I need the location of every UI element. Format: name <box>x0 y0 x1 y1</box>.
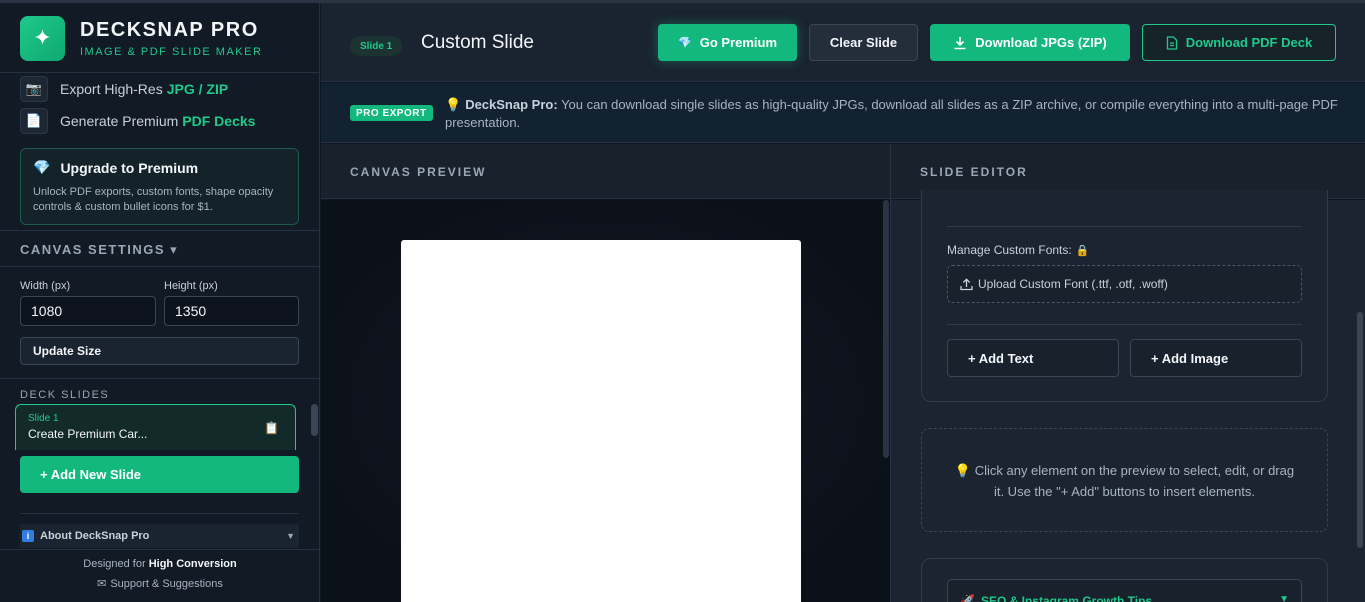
growth-tips-toggle[interactable]: 🚀 SEO & Instagram Growth Tips ▼ <box>947 579 1302 602</box>
canvas-preview-area <box>321 200 890 602</box>
pro-lead: DeckSnap Pro: <box>465 97 558 112</box>
upload-font-dropzone[interactable]: Upload Custom Font (.ttf, .otf, .woff) <box>947 265 1302 303</box>
sidebar: ✦ DECKSNAP PRO IMAGE & PDF SLIDE MAKER 📷… <box>0 3 320 602</box>
add-text-button[interactable]: + Add Text <box>947 339 1119 377</box>
slide-title-heading: Custom Slide <box>421 32 534 53</box>
divider <box>947 324 1302 325</box>
mail-icon: ✉ <box>97 578 107 590</box>
divider <box>0 72 319 73</box>
slide-title: Create Premium Car... <box>28 427 148 441</box>
custom-fonts-text: Manage Custom Fonts: <box>947 243 1072 257</box>
preview-scrollbar[interactable] <box>883 200 889 458</box>
designed-prefix: Designed for <box>83 558 146 570</box>
growth-tips-label: SEO & Instagram Growth Tips <box>980 594 1153 602</box>
about-label: About DeckSnap Pro <box>40 530 150 542</box>
divider <box>947 226 1302 227</box>
divider <box>0 549 319 550</box>
width-label: Width (px) <box>20 280 71 292</box>
rocket-icon: 🚀 <box>960 594 975 602</box>
deck-slides-heading: DECK SLIDES <box>20 389 110 401</box>
width-input[interactable] <box>20 296 156 326</box>
info-icon: i <box>22 530 34 542</box>
divider <box>20 513 299 514</box>
slide-list-item[interactable]: Slide 1 Create Premium Car... 📋 <box>15 404 296 450</box>
slide-editor-title: SLIDE EDITOR <box>920 165 1028 179</box>
upgrade-description: Unlock PDF exports, custom fonts, shape … <box>33 186 274 213</box>
brand-subtitle: IMAGE & PDF SLIDE MAKER <box>80 45 263 58</box>
lightbulb-icon: 💡 <box>445 97 462 112</box>
camera-icon: 📷 <box>20 76 48 102</box>
download-icon <box>954 36 966 49</box>
feature-pdf: 📄 Generate Premium PDF Decks <box>20 108 255 134</box>
editor-hint-text: Click any element on the preview to sele… <box>974 463 1295 499</box>
brand: ✦ DECKSNAP PRO IMAGE & PDF SLIDE MAKER <box>20 13 262 63</box>
custom-fonts-label: Manage Custom Fonts: 🔒 <box>947 243 1089 257</box>
pro-export-text: 💡 DeckSnap Pro: You can download single s… <box>445 96 1340 132</box>
slide-editor-panel: Manage Custom Fonts: 🔒 Upload Custom Font… <box>891 190 1365 602</box>
chevron-down-icon: ▼ <box>286 531 295 541</box>
brand-name: DECKSNAP PRO <box>80 18 259 41</box>
download-jpgs-label: Download JPGs (ZIP) <box>975 35 1107 50</box>
slides-scrollbar[interactable] <box>311 404 318 436</box>
upgrade-card[interactable]: 💎 Upgrade to Premium Unlock PDF exports,… <box>20 148 299 225</box>
go-premium-label: Go Premium <box>699 35 777 50</box>
height-input[interactable] <box>164 296 299 326</box>
lock-icon: 🔒 <box>1075 245 1090 257</box>
feature-highlight: PDF Decks <box>182 113 256 129</box>
sidebar-footer: Designed for High Conversion ✉ Support &… <box>0 558 319 591</box>
canvas-preview-header: CANVAS PREVIEW <box>321 144 890 199</box>
growth-tips-card: 🚀 SEO & Instagram Growth Tips ▼ <box>921 558 1328 602</box>
slide-canvas[interactable] <box>401 240 801 602</box>
upload-font-label: Upload Custom Font (.ttf, .otf, .woff) <box>978 277 1168 291</box>
height-label: Height (px) <box>164 280 218 292</box>
add-image-button[interactable]: + Add Image <box>1130 339 1302 377</box>
download-jpgs-button[interactable]: Download JPGs (ZIP) <box>930 24 1130 61</box>
top-header: Slide 1 Custom Slide 💎 Go Premium Clear … <box>321 3 1365 82</box>
pro-description: You can download single slides as high-q… <box>445 97 1338 130</box>
sparkle-icon: ✦ <box>20 15 65 61</box>
slide-number: Slide 1 <box>28 413 59 424</box>
support-link[interactable]: ✉ Support & Suggestions <box>0 577 319 591</box>
update-size-button[interactable]: Update Size <box>20 337 299 365</box>
feature-text: Generate Premium <box>60 113 179 129</box>
pro-export-badge: PRO EXPORT <box>350 105 433 121</box>
pro-export-banner: PRO EXPORT 💡 DeckSnap Pro: You can downlo… <box>321 83 1365 143</box>
download-pdf-button[interactable]: Download PDF Deck <box>1142 24 1336 61</box>
divider <box>0 266 319 267</box>
slide-badge: Slide 1 <box>350 36 403 56</box>
canvas-settings-toggle[interactable]: CANVAS SETTINGS ▾ <box>20 242 178 258</box>
divider <box>0 378 319 379</box>
editor-scrollbar[interactable] <box>1357 312 1363 548</box>
go-premium-button[interactable]: 💎 Go Premium <box>658 24 797 61</box>
chevron-down-icon: ▼ <box>1279 594 1289 602</box>
feature-highlight: JPG / ZIP <box>166 81 229 97</box>
diamond-icon: 💎 <box>678 37 692 49</box>
clear-slide-label: Clear Slide <box>829 35 898 50</box>
document-icon: 📄 <box>20 108 48 134</box>
feature-text: Export High-Res <box>60 81 163 97</box>
canvas-preview-title: CANVAS PREVIEW <box>350 165 487 179</box>
clear-slide-button[interactable]: Clear Slide <box>809 24 918 61</box>
clipboard-icon[interactable]: 📋 <box>264 421 279 435</box>
diamond-icon: 💎 <box>33 159 51 175</box>
upload-icon <box>960 277 973 290</box>
support-label: Support & Suggestions <box>110 577 223 590</box>
upgrade-title: Upgrade to Premium <box>60 159 199 176</box>
about-toggle[interactable]: i About DeckSnap Pro ▼ <box>20 524 299 548</box>
divider <box>0 230 319 231</box>
designed-bold: High Conversion <box>148 558 237 570</box>
editor-hint-card: 💡 Click any element on the preview to se… <box>921 428 1328 532</box>
feature-jpg-zip: 📷 Export High-Res JPG / ZIP <box>20 76 228 102</box>
download-pdf-label: Download PDF Deck <box>1185 35 1313 50</box>
file-icon <box>1166 35 1177 50</box>
lightbulb-icon: 💡 <box>954 463 972 478</box>
editor-tools-card: Manage Custom Fonts: 🔒 Upload Custom Font… <box>921 190 1328 402</box>
add-new-slide-button[interactable]: + Add New Slide <box>20 456 299 493</box>
